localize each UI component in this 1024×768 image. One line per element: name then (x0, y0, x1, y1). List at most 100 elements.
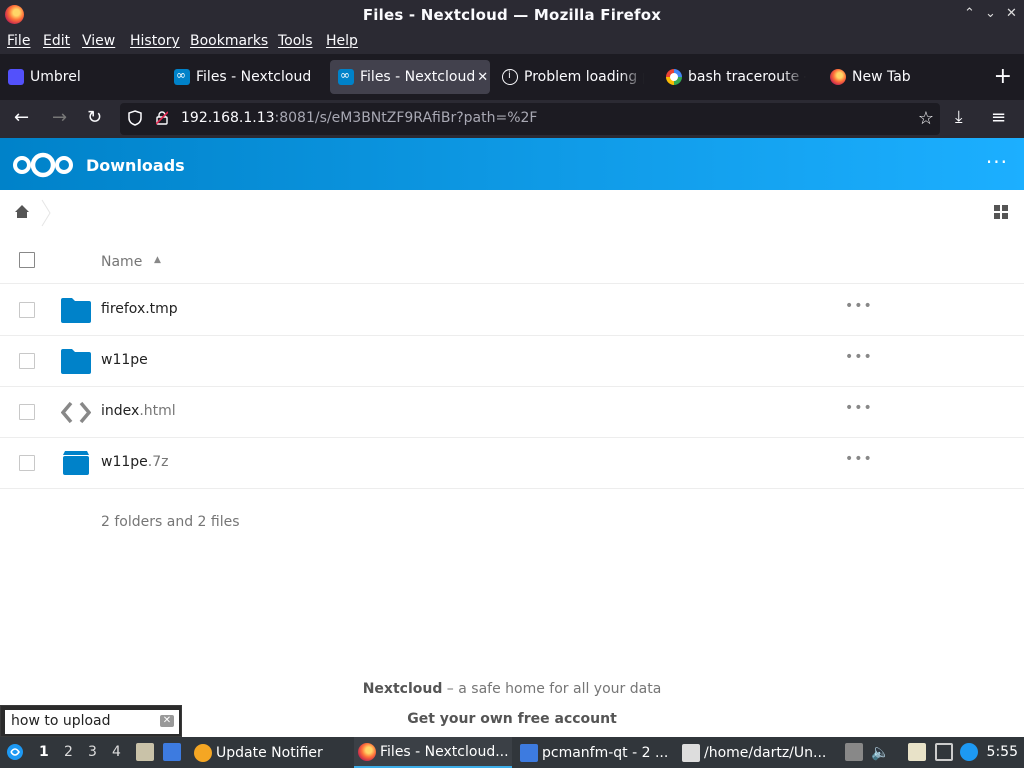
desktop-1[interactable]: 1 (39, 744, 49, 760)
sort-ascending-icon[interactable]: ▲ (154, 255, 161, 265)
tab-label: Umbrel (30, 69, 81, 85)
file-name[interactable]: w11pe (101, 352, 148, 368)
forward-arrow-icon[interactable]: → (52, 107, 67, 128)
home-icon[interactable] (14, 204, 30, 219)
taskbar-update-notifier[interactable]: Update Notifier (194, 737, 350, 768)
new-tab-plus-icon[interactable]: + (994, 64, 1012, 89)
search-popup: how to upload ✕ (0, 705, 182, 737)
desktop-2[interactable]: 2 (64, 744, 73, 760)
file-row[interactable]: firefox.tmp ••• (0, 285, 1024, 336)
search-input-value: how to upload (11, 713, 111, 729)
row-checkbox[interactable] (19, 353, 35, 369)
hamburger-menu-icon[interactable]: ≡ (991, 107, 1006, 128)
more-actions-icon[interactable]: ··· (986, 150, 1008, 174)
file-name[interactable]: w11pe.7z (101, 454, 168, 470)
taskbar-pcmanfm[interactable]: pcmanfm-qt - 2 ... (520, 737, 676, 768)
nextcloud-icon (174, 68, 190, 85)
firefox-icon (830, 69, 846, 85)
tab-label: Files - Nextcloud (196, 69, 312, 85)
desktop-4[interactable]: 4 (112, 744, 121, 760)
row-actions-icon[interactable]: ••• (845, 451, 873, 467)
eject-icon[interactable] (845, 743, 863, 761)
reload-icon[interactable]: ↻ (87, 107, 102, 128)
file-name[interactable]: index.html (101, 403, 176, 419)
tab-new-tab[interactable]: New Tab (830, 60, 960, 94)
close-icon[interactable]: ✕ (1006, 6, 1017, 21)
nextcloud-header: Downloads ··· (0, 138, 1024, 190)
lock-insecure-icon[interactable] (156, 111, 168, 125)
menu-edit[interactable]: Edit (43, 33, 70, 49)
window-title: Files - Nextcloud — Mozilla Firefox (362, 6, 662, 24)
taskbar-terminal[interactable]: /home/dartz/Un... (682, 737, 838, 768)
tab-label: New Tab (852, 69, 911, 85)
taskbar-firefox[interactable]: Files - Nextcloud... (354, 737, 512, 768)
row-actions-icon[interactable]: ••• (845, 400, 873, 416)
folder-title: Downloads (86, 156, 185, 175)
taskbar: 1 2 3 4 Update Notifier Files - Nextclou… (0, 737, 1024, 768)
minimize-icon[interactable]: ⌃ (964, 6, 975, 21)
nextcloud-logo-icon[interactable] (12, 152, 74, 178)
update-icon (194, 743, 212, 762)
code-file-icon (61, 401, 91, 424)
footer-tagline: Nextcloud – a safe home for all your dat… (362, 681, 662, 697)
folder-icon (520, 743, 538, 762)
row-actions-icon[interactable]: ••• (845, 349, 873, 365)
show-desktop-icon[interactable] (163, 743, 181, 761)
desktop-3[interactable]: 3 (88, 744, 97, 760)
tab-bar: Umbrel Files - Nextcloud Files - Nextclo… (0, 54, 1024, 100)
url-bar[interactable]: 192.168.1.13:8081/s/eM3BNtZF9RAfiBr?path… (120, 103, 940, 135)
file-list-header: Name ▲ (0, 238, 1024, 284)
file-name[interactable]: firefox.tmp (101, 301, 178, 317)
file-manager-icon[interactable] (136, 743, 154, 761)
menu-tools[interactable]: Tools (278, 33, 313, 49)
select-all-checkbox[interactable] (19, 252, 35, 268)
tab-problem-loading[interactable]: Problem loading p (502, 60, 644, 94)
column-name-header[interactable]: Name (101, 254, 142, 270)
network-icon[interactable] (935, 743, 953, 761)
start-menu-icon[interactable] (6, 743, 24, 761)
tab-close-icon[interactable]: ✕ (477, 70, 488, 85)
row-checkbox[interactable] (19, 455, 35, 471)
tab-nextcloud-active[interactable]: Files - Nextcloud ✕ (330, 60, 490, 94)
menu-help[interactable]: Help (326, 33, 358, 49)
volume-icon[interactable]: 🔈 (871, 743, 890, 761)
umbrel-icon (8, 69, 24, 85)
file-summary: 2 folders and 2 files (101, 514, 240, 530)
shield-icon[interactable] (128, 110, 142, 126)
row-actions-icon[interactable]: ••• (845, 298, 873, 314)
clipboard-icon[interactable] (908, 743, 926, 761)
folder-icon (61, 298, 91, 323)
menu-view[interactable]: View (82, 33, 115, 49)
google-icon (666, 69, 682, 85)
clear-icon[interactable]: ✕ (160, 715, 174, 727)
maximize-icon[interactable]: ⌄ (985, 6, 996, 21)
editor-icon (682, 743, 700, 762)
grid-view-icon[interactable] (994, 205, 1008, 219)
tab-bash-traceroute[interactable]: bash traceroute - (666, 60, 806, 94)
bookmark-star-icon[interactable]: ☆ (918, 108, 934, 129)
tab-umbrel[interactable]: Umbrel (8, 60, 158, 94)
clock[interactable]: 5:55 (987, 744, 1018, 760)
search-input[interactable]: how to upload ✕ (5, 710, 179, 734)
menu-bookmarks[interactable]: Bookmarks (190, 33, 268, 49)
menu-file[interactable]: File (7, 33, 30, 49)
info-icon (502, 69, 518, 85)
back-arrow-icon[interactable]: ← (14, 107, 29, 128)
menu-history[interactable]: History (130, 33, 180, 49)
tab-label: bash traceroute - (688, 69, 806, 85)
row-checkbox[interactable] (19, 404, 35, 420)
tab-label: Problem loading p (524, 69, 644, 85)
file-row[interactable]: w11pe.7z ••• (0, 438, 1024, 489)
row-checkbox[interactable] (19, 302, 35, 318)
archive-icon (63, 451, 89, 475)
notifications-icon[interactable] (960, 743, 978, 761)
breadcrumb-chevron-icon (41, 199, 51, 227)
downloads-icon[interactable]: ⤓ (955, 107, 963, 127)
tab-nextcloud-1[interactable]: Files - Nextcloud (174, 60, 324, 94)
url-text[interactable]: 192.168.1.13:8081/s/eM3BNtZF9RAfiBr?path… (181, 110, 537, 126)
file-row[interactable]: w11pe ••• (0, 336, 1024, 387)
breadcrumb (0, 190, 1024, 234)
file-row[interactable]: index.html ••• (0, 387, 1024, 438)
nextcloud-icon (338, 68, 354, 85)
navigation-bar: ← → ↻ 192.168.1.13:8081/s/eM3BNtZF9RAfiB… (0, 100, 1024, 138)
